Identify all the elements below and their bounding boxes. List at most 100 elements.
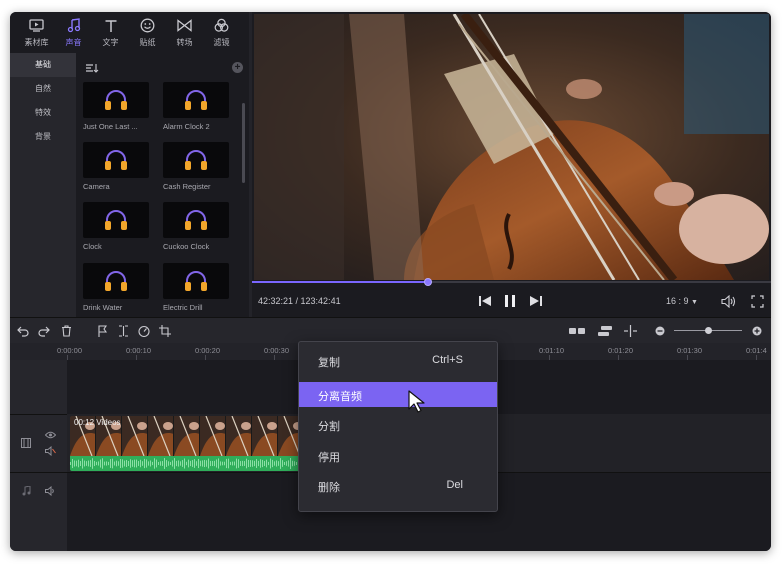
text-icon <box>103 18 119 34</box>
sound-item[interactable]: Cuckoo Clock <box>163 202 229 251</box>
menu-item-label: 删除 <box>318 482 340 494</box>
speed-icon[interactable] <box>137 324 151 338</box>
sound-item[interactable]: Drink Water <box>83 263 149 312</box>
tab-label: 滤镜 <box>213 37 230 47</box>
ruler-tick: 0:00:20 <box>195 346 221 355</box>
category-nature[interactable]: 自然 <box>10 77 76 101</box>
sort-icon[interactable] <box>85 61 99 73</box>
tab-text[interactable]: 文字 <box>92 12 129 53</box>
sound-label: Camera <box>83 182 110 191</box>
video-preview[interactable] <box>254 14 769 280</box>
sound-label: Drink Water <box>83 303 123 312</box>
snap-icon[interactable] <box>568 324 586 338</box>
ruler-tick: 0:01:30 <box>677 346 703 355</box>
tab-audio[interactable]: 声音 <box>55 12 92 53</box>
redo-icon[interactable] <box>37 324 51 338</box>
headphones-icon <box>163 82 229 118</box>
menu-item-shortcut: Ctrl+S <box>432 354 463 366</box>
headphones-icon <box>163 202 229 238</box>
add-icon[interactable]: + <box>232 62 243 73</box>
transition-icon <box>177 18 193 34</box>
timeline-toolbar <box>10 317 771 343</box>
track-link-icon[interactable] <box>596 324 614 338</box>
library-panel: 素材库 声音 文字 贴纸 转场 滤镜 基础 自然 特效 背景 + Just On… <box>10 12 249 317</box>
clip-label: 00:12 Videos <box>74 418 121 427</box>
tab-filter[interactable]: 滤镜 <box>203 12 240 53</box>
sound-grid: + Just One Last ... Alarm Clock 2 Camera… <box>76 53 249 317</box>
zoom-in-icon[interactable] <box>750 324 764 338</box>
ruler-tick: 0:01:20 <box>608 346 634 355</box>
tab-label: 文字 <box>102 37 119 47</box>
sound-item[interactable]: Electric Drill <box>163 263 229 312</box>
sound-label: Electric Drill <box>163 303 203 312</box>
timecode: 42:32:21 / 123:42:41 <box>258 296 341 306</box>
menu-item-detach-audio[interactable]: 分离音频 <box>299 382 497 407</box>
menu-item-shortcut: Del <box>446 479 463 491</box>
volume-icon[interactable] <box>44 485 56 497</box>
menu-item-label: 复制 <box>318 357 340 369</box>
sticker-icon <box>140 18 156 34</box>
category-background[interactable]: 背景 <box>10 125 76 149</box>
headphones-icon <box>83 82 149 118</box>
playhead-snap-icon[interactable] <box>623 324 637 338</box>
library-tabs: 素材库 声音 文字 贴纸 转场 滤镜 <box>10 12 249 53</box>
tab-sticker[interactable]: 贴纸 <box>129 12 166 53</box>
undo-icon[interactable] <box>16 324 30 338</box>
ruler-tick: 0:00:10 <box>126 346 152 355</box>
sound-label: Alarm Clock 2 <box>163 122 210 131</box>
ruler-tick: 0:00:00 <box>57 346 83 355</box>
sound-label: Cuckoo Clock <box>163 242 210 251</box>
category-basic[interactable]: 基础 <box>10 53 76 77</box>
context-menu: 复制 Ctrl+S 分离音频 分割 停用 删除 Del <box>298 341 498 512</box>
clip-audio-waveform <box>70 456 306 471</box>
sound-label: Just One Last ... <box>83 122 138 131</box>
tab-label: 转场 <box>176 37 193 47</box>
sound-label: Cash Register <box>163 182 211 191</box>
playback-progress-bar[interactable] <box>252 278 771 286</box>
zoom-slider-knob[interactable] <box>705 327 712 334</box>
sound-label: Clock <box>83 242 102 251</box>
zoom-out-icon[interactable] <box>653 324 667 338</box>
tab-transition[interactable]: 转场 <box>166 12 203 53</box>
tab-label: 素材库 <box>24 37 49 47</box>
rewind-icon[interactable] <box>478 294 492 308</box>
sound-item[interactable]: Clock <box>83 202 149 251</box>
delete-icon[interactable] <box>59 324 73 338</box>
category-list: 基础 自然 特效 背景 <box>10 53 76 317</box>
category-effects[interactable]: 特效 <box>10 101 76 125</box>
marker-icon[interactable] <box>95 324 109 338</box>
fullscreen-icon[interactable] <box>750 294 764 308</box>
crop-icon[interactable] <box>158 324 172 338</box>
video-track-icon <box>20 437 32 449</box>
sound-item[interactable]: Just One Last ... <box>83 82 149 131</box>
menu-item-label: 分离音频 <box>318 391 362 403</box>
pause-icon[interactable] <box>503 294 517 308</box>
aspect-ratio-value: 16 : 9 <box>666 296 689 306</box>
menu-item-split[interactable]: 分割 <box>299 412 497 437</box>
editor-window: 素材库 声音 文字 贴纸 转场 滤镜 基础 自然 特效 背景 + Just On… <box>10 12 771 551</box>
headphones-icon <box>163 263 229 299</box>
video-clip[interactable]: 00:12 Videos <box>70 416 306 471</box>
split-icon[interactable] <box>116 324 130 338</box>
menu-item-copy[interactable]: 复制 Ctrl+S <box>299 348 497 373</box>
sound-item[interactable]: Camera <box>83 142 149 191</box>
menu-item-delete[interactable]: 删除 Del <box>299 473 497 498</box>
music-note-icon <box>66 18 82 34</box>
aspect-ratio-select[interactable]: 16 : 9 ▼ <box>666 296 698 306</box>
ruler-tick: 0:01:4 <box>746 346 767 355</box>
chevron-down-icon: ▼ <box>691 299 698 306</box>
menu-item-disable[interactable]: 停用 <box>299 443 497 468</box>
tab-media-library[interactable]: 素材库 <box>18 12 55 53</box>
forward-icon[interactable] <box>528 294 542 308</box>
headphones-icon <box>83 142 149 178</box>
library-scrollbar[interactable] <box>242 103 245 183</box>
menu-item-label: 停用 <box>318 452 340 464</box>
eye-icon[interactable] <box>44 429 56 441</box>
filter-icon <box>214 18 230 34</box>
volume-icon[interactable] <box>720 294 736 308</box>
mute-icon[interactable] <box>44 445 56 457</box>
sound-item[interactable]: Cash Register <box>163 142 229 191</box>
sound-item[interactable]: Alarm Clock 2 <box>163 82 229 131</box>
headphones-icon <box>83 202 149 238</box>
progress-knob[interactable] <box>424 278 433 286</box>
